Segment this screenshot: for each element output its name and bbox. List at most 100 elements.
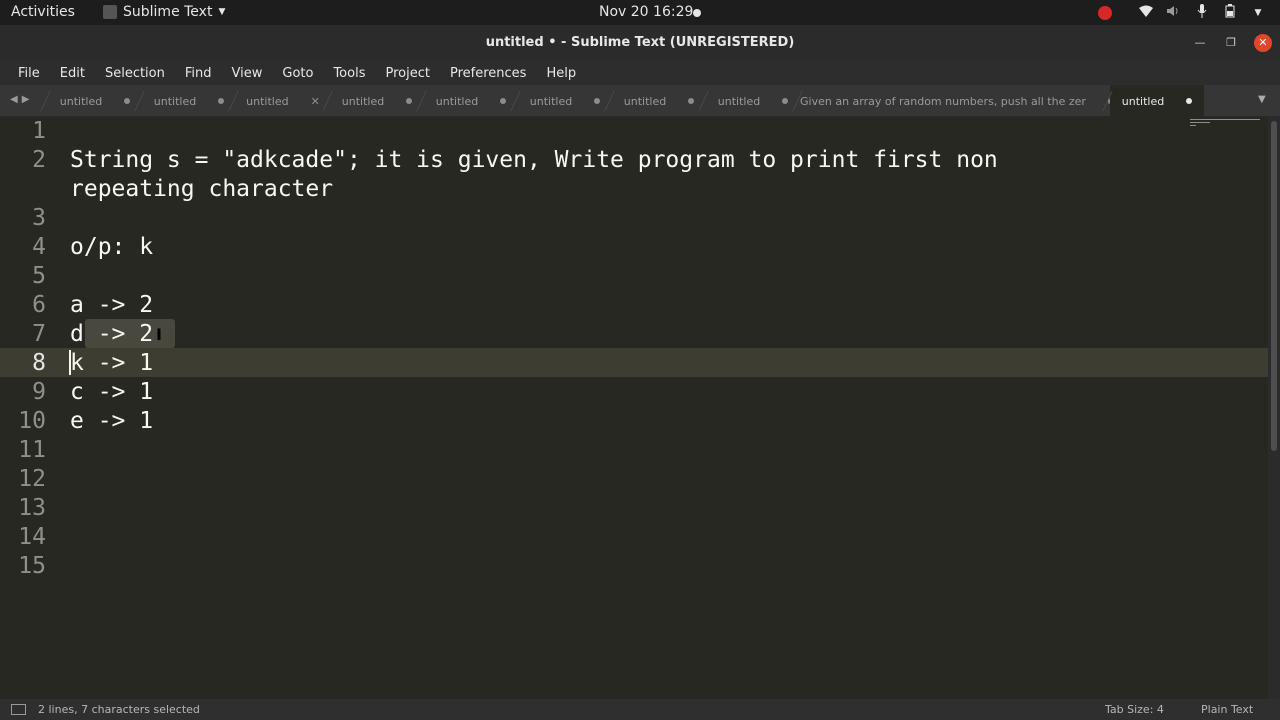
text-caret	[69, 350, 71, 375]
menu-tools[interactable]: Tools	[323, 66, 375, 81]
line-number-current: 8	[32, 350, 46, 376]
record-icon[interactable]	[1098, 6, 1112, 20]
wifi-icon[interactable]	[1138, 5, 1154, 21]
line-number: 13	[18, 495, 46, 521]
tab-label: untitled	[341, 94, 385, 108]
tab-label: untitled	[529, 94, 573, 108]
activities-button[interactable]: Activities	[11, 4, 75, 20]
line-number: 3	[32, 205, 46, 231]
status-bar: 2 lines, 7 characters selected Tab Size:…	[0, 699, 1280, 720]
line-number: 2	[32, 147, 46, 173]
code-line: c -> 1	[70, 379, 154, 405]
tab-label: untitled	[623, 94, 667, 108]
menu-find[interactable]: Find	[175, 66, 222, 81]
line-number-gutter: 1 2 3 4 5 6 7 8 9 10 11 12 13 14 15	[0, 117, 52, 699]
tab-untitled-5[interactable]: untitled	[424, 85, 518, 117]
tab-label: untitled	[435, 94, 479, 108]
notification-dot-icon	[693, 9, 701, 17]
line-number: 7	[32, 321, 46, 347]
unsaved-dot-icon[interactable]	[500, 98, 507, 104]
code-line: d -> 2	[70, 321, 154, 347]
editor-area[interactable]: 1 2 3 4 5 6 7 8 9 10 11 12 13 14 15 Stri…	[0, 117, 1268, 699]
unsaved-dot-icon[interactable]	[594, 98, 601, 104]
line-number: 12	[18, 466, 46, 492]
caret-down-icon: ▼	[218, 7, 226, 17]
tab-strip: untitled untitled untitled ✕ untitled unt…	[48, 85, 1204, 117]
line-number: 5	[32, 263, 46, 289]
close-tab-icon[interactable]: ✕	[311, 95, 320, 108]
tab-label: untitled	[153, 94, 197, 108]
window-title: untitled • - Sublime Text (UNREGISTERED)	[485, 35, 795, 50]
minimap-line	[1190, 119, 1260, 120]
tab-label: untitled	[1121, 94, 1165, 108]
close-window-button[interactable]: ✕	[1254, 34, 1272, 52]
menu-bar: File Edit Selection Find View Goto Tools…	[0, 61, 1280, 85]
line-number: 15	[18, 553, 46, 579]
tab-overflow-icon[interactable]: ▼	[1258, 94, 1266, 105]
minimize-button[interactable]: —	[1191, 34, 1209, 52]
tab-label: untitled	[717, 94, 761, 108]
tab-nav-arrows-icon[interactable]: ◀▶	[10, 94, 33, 105]
unsaved-dot-icon[interactable]	[124, 98, 131, 104]
maximize-button[interactable]: ❐	[1222, 34, 1240, 52]
tab-untitled-4[interactable]: untitled	[330, 85, 424, 117]
menu-project[interactable]: Project	[375, 66, 439, 81]
unsaved-dot-icon[interactable]	[688, 98, 695, 104]
unsaved-dot-icon[interactable]	[1186, 98, 1193, 104]
tab-label: untitled	[246, 94, 289, 108]
line-number: 14	[18, 524, 46, 550]
code-line: k -> 1	[70, 350, 154, 376]
tab-untitled-active[interactable]: untitled	[1110, 85, 1204, 117]
line-number: 9	[32, 379, 46, 405]
minimap-line	[1190, 125, 1196, 126]
line-number	[0, 175, 46, 204]
sublime-app-icon	[103, 5, 117, 19]
line-number: 1	[32, 118, 46, 144]
menu-caret-icon[interactable]: ▼	[1250, 8, 1266, 18]
ibeam-cursor-icon: I	[156, 325, 162, 344]
scrollbar-thumb[interactable]	[1271, 121, 1277, 451]
toggle-panel-icon[interactable]	[11, 704, 26, 715]
menu-file[interactable]: File	[8, 66, 50, 81]
app-menu-label: Sublime Text	[123, 4, 213, 20]
selection-info: 2 lines, 7 characters selected	[38, 703, 200, 716]
window-title-bar: untitled • - Sublime Text (UNREGISTERED)…	[0, 25, 1280, 61]
code-line: String s = "adkcade"; it is given, Write…	[70, 147, 998, 173]
mic-icon[interactable]	[1194, 4, 1210, 22]
syntax-selector[interactable]: Plain Text	[1201, 703, 1253, 716]
menu-selection[interactable]: Selection	[95, 66, 175, 81]
tab-untitled-7[interactable]: untitled	[612, 85, 706, 117]
minimap-line	[1190, 122, 1210, 123]
vertical-scrollbar[interactable]	[1268, 117, 1280, 699]
tab-given-an-array[interactable]: Given an array of random numbers, push a…	[800, 85, 1110, 117]
minimap[interactable]	[1190, 117, 1260, 135]
clock[interactable]: Nov 20 16:29	[599, 4, 693, 20]
code-line: a -> 2	[70, 292, 154, 318]
menu-preferences[interactable]: Preferences	[440, 66, 536, 81]
tab-bar: ◀▶ untitled untitled untitled ✕ untitled …	[0, 85, 1280, 117]
system-tray[interactable]: ▼	[1098, 4, 1266, 22]
menu-goto[interactable]: Goto	[272, 66, 323, 81]
code-line: e -> 1	[70, 408, 154, 434]
system-top-bar: Activities Sublime Text ▼ Nov 20 16:29 ▼	[0, 0, 1280, 25]
menu-help[interactable]: Help	[536, 66, 586, 81]
battery-icon[interactable]	[1222, 4, 1238, 22]
tab-untitled-3[interactable]: untitled ✕	[236, 85, 330, 117]
app-menu[interactable]: Sublime Text ▼	[103, 4, 225, 20]
tab-untitled-1[interactable]: untitled	[48, 85, 142, 117]
tab-untitled-6[interactable]: untitled	[518, 85, 612, 117]
tab-untitled-8[interactable]: untitled	[706, 85, 800, 117]
line-number: 11	[18, 437, 46, 463]
code-line: repeating character	[70, 176, 334, 202]
menu-view[interactable]: View	[222, 66, 273, 81]
tab-label: Given an array of random numbers, push a…	[800, 94, 1086, 108]
tab-untitled-2[interactable]: untitled	[142, 85, 236, 117]
unsaved-dot-icon[interactable]	[406, 98, 413, 104]
unsaved-dot-icon[interactable]	[218, 98, 225, 104]
menu-edit[interactable]: Edit	[50, 66, 95, 81]
tab-size-selector[interactable]: Tab Size: 4	[1105, 703, 1164, 716]
volume-icon[interactable]	[1166, 5, 1182, 21]
unsaved-dot-icon[interactable]	[782, 98, 789, 104]
line-number: 10	[18, 408, 46, 434]
tab-label: untitled	[59, 94, 103, 108]
